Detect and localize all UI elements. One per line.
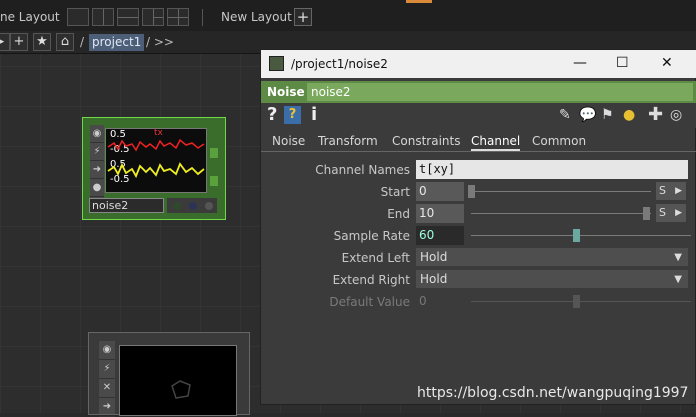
- tab-common[interactable]: Common: [532, 134, 586, 148]
- collapse-button[interactable]: ▸: [0, 33, 10, 51]
- node-toolbar: ◉ ⚡ ✕ ➜: [99, 341, 115, 417]
- operator-toolbar: ? ? i ✎ 💬 ⚑ ● ✚ ◎: [261, 103, 696, 128]
- layout-three-pane-button[interactable]: [142, 8, 164, 26]
- bypass-icon[interactable]: ⚡: [99, 360, 115, 379]
- channel-preview: tx 0.5 -0.5 0.5 -0.5: [105, 128, 207, 193]
- maximize-icon[interactable]: ☐: [616, 55, 629, 71]
- default-value-field: 0: [419, 294, 427, 308]
- bypass-icon[interactable]: ⚡: [90, 143, 104, 161]
- breadcrumb-project1[interactable]: project1: [89, 34, 145, 51]
- close-icon[interactable]: ✕: [661, 55, 673, 71]
- comment-icon[interactable]: 💬: [579, 107, 596, 123]
- python-help-icon[interactable]: ?: [284, 106, 301, 124]
- node-toolbar: ◉ ⚡ ➜ ●: [90, 125, 104, 199]
- flag-dot[interactable]: [189, 202, 197, 210]
- operator-type: Noise: [267, 85, 305, 99]
- node-flags: [167, 198, 217, 213]
- layout-split-horizontal-button[interactable]: [117, 8, 139, 26]
- channel-names-label: Channel Names: [315, 163, 410, 177]
- bookmark-star-icon[interactable]: ★: [33, 33, 51, 51]
- operator-icon: [269, 56, 284, 71]
- add-pane-button[interactable]: +: [10, 33, 28, 51]
- minimize-icon[interactable]: —: [573, 55, 587, 71]
- flag-dot[interactable]: [205, 202, 213, 210]
- output-connector[interactable]: [210, 148, 218, 158]
- end-label: End: [387, 207, 410, 221]
- close-icon[interactable]: ✕: [99, 379, 115, 398]
- display-icon[interactable]: ●: [90, 179, 104, 197]
- default-value-label: Default Value: [329, 295, 410, 309]
- path-separator: /: [80, 35, 85, 49]
- python-icon[interactable]: ●: [623, 107, 635, 123]
- layout-four-pane-button[interactable]: [167, 8, 189, 26]
- window-titlebar[interactable]: /project1/noise2 — ☐ ✕: [261, 50, 696, 78]
- parameter-window: /project1/noise2 — ☐ ✕ Noise noise2 ? ? …: [260, 49, 696, 405]
- breadcrumb-trail[interactable]: / >>: [146, 35, 174, 49]
- end-slider[interactable]: [471, 213, 651, 214]
- active-indicator: [406, 0, 432, 3]
- start-slider-handle[interactable]: [468, 185, 475, 198]
- node-name-label[interactable]: noise2: [89, 198, 164, 213]
- output-arrow-icon[interactable]: ➜: [99, 398, 115, 417]
- flag-dot[interactable]: [173, 202, 181, 210]
- noise2-node[interactable]: ◉ ⚡ ➜ ● tx 0.5 -0.5 0.5 -0.5 noise2: [82, 117, 226, 220]
- default-value-slider: [471, 301, 691, 302]
- home-icon[interactable]: ⌂: [56, 33, 74, 51]
- viewer-icon[interactable]: ◉: [90, 125, 104, 143]
- watermark-url: https://blog.csdn.net/wangpuqing1997: [417, 385, 689, 401]
- noise-waveform: [107, 138, 205, 179]
- sample-rate-field[interactable]: 60: [416, 226, 464, 245]
- end-slider-handle[interactable]: [643, 207, 650, 220]
- default-value-slider-handle: [573, 295, 580, 308]
- output-connector[interactable]: [210, 176, 218, 186]
- output-arrow-icon[interactable]: ➜: [90, 161, 104, 179]
- add-layout-button[interactable]: +: [294, 8, 312, 26]
- start-label: Start: [380, 185, 410, 199]
- layout-split-vertical-button[interactable]: [92, 8, 114, 26]
- start-field[interactable]: 0: [416, 182, 464, 201]
- new-layout-label[interactable]: New Layout: [221, 10, 292, 24]
- extend-right-label: Extend Right: [332, 273, 410, 287]
- channel-names-field[interactable]: t[xy]: [416, 160, 688, 179]
- end-unit-dropdown[interactable]: S ▶: [656, 204, 686, 222]
- add-icon[interactable]: ✚: [648, 104, 663, 125]
- target-icon[interactable]: ◎: [670, 107, 682, 123]
- start-slider[interactable]: [471, 191, 651, 192]
- edit-icon[interactable]: ✎: [559, 107, 571, 123]
- layout-single-button[interactable]: [67, 8, 89, 26]
- sample-rate-slider-handle[interactable]: [573, 229, 580, 242]
- operator-header: Noise noise2: [261, 81, 696, 103]
- extend-left-dropdown[interactable]: Hold ▼: [416, 248, 688, 266]
- operator-name-field[interactable]: noise2: [307, 83, 693, 101]
- extend-right-dropdown[interactable]: Hold ▼: [416, 270, 688, 288]
- tab-noise[interactable]: Noise: [272, 134, 305, 148]
- operator-node[interactable]: ◉ ⚡ ✕ ➜: [88, 332, 250, 417]
- tab-transform[interactable]: Transform: [318, 134, 378, 148]
- sample-rate-slider[interactable]: [471, 235, 691, 236]
- extend-left-label: Extend Left: [341, 251, 410, 265]
- script-icon[interactable]: ⚑: [601, 107, 614, 123]
- pane-toolbar: ne Layout New Layout +: [0, 0, 696, 32]
- toolbar-divider: [202, 9, 203, 26]
- help-icon[interactable]: ?: [267, 104, 277, 125]
- start-unit-dropdown[interactable]: S ▶: [656, 182, 686, 200]
- node-preview: [119, 345, 237, 416]
- tab-constraints[interactable]: Constraints: [392, 134, 460, 148]
- viewer-icon[interactable]: ◉: [99, 341, 115, 360]
- info-icon[interactable]: i: [311, 104, 317, 125]
- pane-layout-label: ne Layout: [0, 10, 60, 24]
- sample-rate-label: Sample Rate: [333, 229, 410, 243]
- parameter-tabs: Noise Transform Constraints Channel Comm…: [261, 130, 696, 152]
- end-field[interactable]: 10: [416, 204, 464, 223]
- window-title: /project1/noise2: [291, 57, 388, 71]
- tab-channel[interactable]: Channel: [471, 134, 521, 151]
